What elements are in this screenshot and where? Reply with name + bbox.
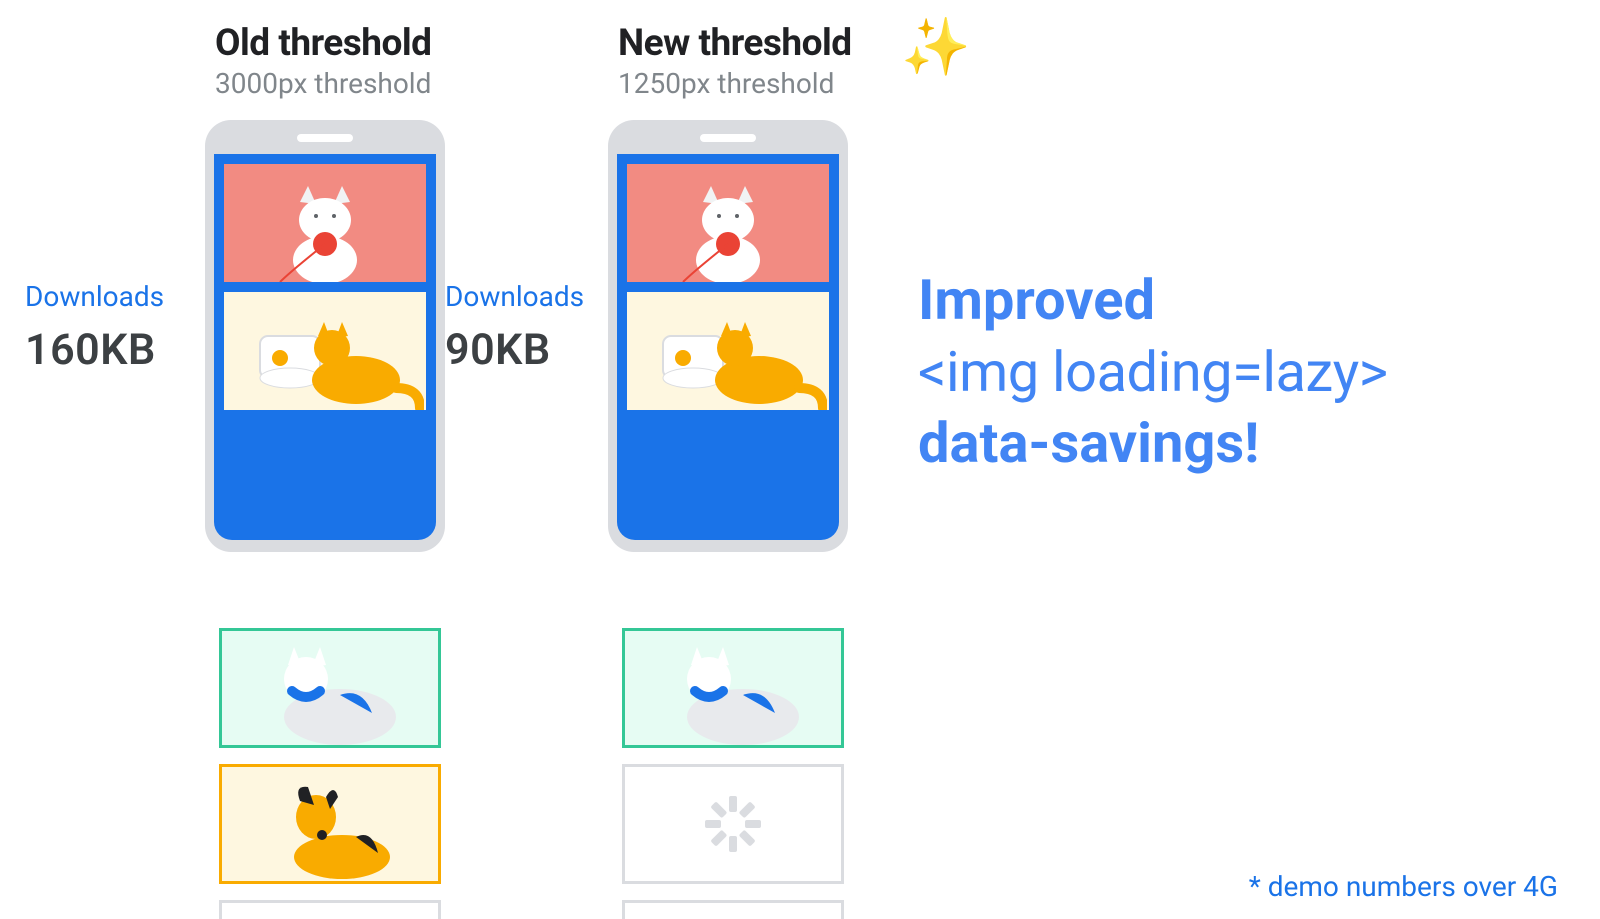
headline: Improved <img loading=lazy> data-savings… [918, 265, 1570, 480]
headline-line2: <img loading=lazy> [918, 337, 1570, 409]
new-downloads-value: 90KB [445, 325, 584, 375]
loading-spinner-icon [705, 796, 761, 852]
phone-frame [608, 120, 848, 552]
phone-speaker [297, 134, 353, 142]
cat-yarn-icon [673, 182, 783, 282]
diagram-stage: Old threshold 3000px threshold New thres… [0, 0, 1600, 919]
phone-viewport [214, 154, 436, 540]
new-subtitle: 1250px threshold [618, 67, 852, 100]
new-title: New threshold [618, 22, 852, 65]
tile-orange-cat [224, 292, 426, 410]
headline-line3: data-savings! [918, 408, 1570, 480]
tile-placeholder [622, 900, 844, 919]
headline-line1: Improved [918, 265, 1570, 337]
new-threshold-header: New threshold 1250px threshold [618, 22, 852, 100]
new-phone [608, 120, 848, 552]
phone-viewport [617, 154, 839, 540]
tile-white-cat-collar [622, 628, 844, 748]
tile-orange-dog [219, 764, 441, 884]
white-cat-collar-icon [222, 631, 438, 745]
tile-cat-yarn [627, 164, 829, 282]
white-cat-collar-icon [625, 631, 841, 745]
old-downloads-value: 160KB [25, 325, 164, 375]
tile-orange-cat [627, 292, 829, 410]
old-downloads: Downloads 160KB [25, 280, 164, 375]
phone-frame [205, 120, 445, 552]
tile-placeholder [622, 764, 844, 884]
old-downloads-label: Downloads [25, 280, 164, 313]
new-downloads-label: Downloads [445, 280, 584, 313]
tile-white-cat-collar [219, 628, 441, 748]
new-below-fold [622, 628, 844, 919]
tile-cat-yarn [224, 164, 426, 282]
old-below-fold [219, 628, 441, 919]
footnote: * demo numbers over 4G [1249, 870, 1558, 903]
tile-placeholder [219, 900, 441, 919]
old-title: Old threshold [215, 22, 432, 65]
orange-dog-icon [222, 767, 438, 881]
new-downloads: Downloads 90KB [445, 280, 584, 375]
phone-speaker [700, 134, 756, 142]
old-threshold-header: Old threshold 3000px threshold [215, 22, 432, 100]
orange-cat-icon [627, 292, 827, 410]
orange-cat-icon [224, 292, 424, 410]
sparkle-icon: ✨ [901, 14, 971, 80]
old-phone [205, 120, 445, 552]
old-subtitle: 3000px threshold [215, 67, 432, 100]
cat-yarn-icon [270, 182, 380, 282]
